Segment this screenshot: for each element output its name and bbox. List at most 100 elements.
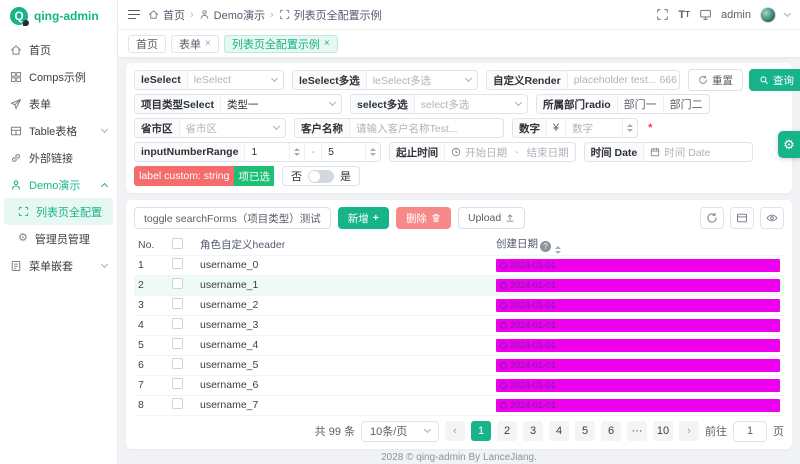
settings-gear-button[interactable]: ⚙ <box>778 131 800 158</box>
prev-page-button[interactable]: ‹ <box>445 421 465 441</box>
custom-render-field: 自定义Render placeholder test... 666 <box>486 70 680 90</box>
date-cell-bar: 2024-01-01 <box>496 299 780 312</box>
page-button[interactable]: 2 <box>497 421 517 441</box>
page-button[interactable]: 10 <box>653 421 673 441</box>
add-button[interactable]: 新增+ <box>338 207 389 229</box>
leselect-multi-select[interactable]: leSelect多选 <box>367 71 477 89</box>
table-row[interactable]: 8username_72024-01-01 <box>134 395 784 415</box>
font-size-icon[interactable]: TT <box>678 9 690 21</box>
toggle-search-forms-button[interactable]: toggle searchForms（项目类型）测试 <box>134 207 331 229</box>
custom-render-input[interactable]: placeholder test... 666 <box>568 71 680 89</box>
clock-icon <box>500 282 507 289</box>
table-row[interactable]: 7username_62024-01-01 <box>134 375 784 395</box>
table-row[interactable]: 5username_42024-01-01 <box>134 335 784 355</box>
chevron-down-icon <box>329 99 336 106</box>
row-checkbox[interactable] <box>172 278 183 289</box>
sidebar: Q qing-admin 首页 Comps示例 表单 Table表格 <box>0 0 118 464</box>
row-checkbox[interactable] <box>172 378 183 389</box>
page-size-select[interactable]: 10条/页 <box>361 421 439 442</box>
sidebar-menu: 首页 Comps示例 表单 Table表格 外部链接 Demo演示 <box>0 32 117 279</box>
project-type-select[interactable]: 类型一 <box>221 95 341 113</box>
clock-icon <box>500 362 507 369</box>
table-row[interactable]: 1username_02024-01-01 <box>134 255 784 275</box>
close-icon[interactable]: × <box>324 39 330 49</box>
date-field: 时间 Date 时间 Date <box>584 142 754 162</box>
page-button[interactable]: 5 <box>575 421 595 441</box>
app-logo[interactable]: Q qing-admin <box>0 0 117 32</box>
close-icon[interactable]: × <box>205 39 211 49</box>
layout-size-icon[interactable] <box>730 207 754 229</box>
number-input[interactable]: 数字 <box>566 119 622 137</box>
row-checkbox[interactable] <box>172 298 183 309</box>
screen-lock-icon[interactable] <box>699 8 712 21</box>
breadcrumb-home[interactable]: 首页 <box>148 7 185 23</box>
dept-radio-option-1[interactable]: 部门一 <box>618 95 664 113</box>
row-checkbox[interactable] <box>172 318 183 329</box>
delete-button[interactable]: 删除 <box>396 207 451 229</box>
region-select[interactable]: 省市区 <box>180 119 286 137</box>
row-checkbox[interactable] <box>172 338 183 349</box>
date-range-picker[interactable]: 开始日期 - 结束日期 <box>445 143 575 161</box>
question-circle-icon[interactable]: ? <box>540 241 551 252</box>
number-stepper[interactable] <box>622 119 637 137</box>
sidebar-item-form[interactable]: 表单 <box>0 90 117 117</box>
number-range-from-stepper[interactable] <box>289 143 304 161</box>
upload-button[interactable]: Upload <box>458 207 525 229</box>
reset-button[interactable]: 重置 <box>688 69 743 91</box>
collapse-menu-icon[interactable] <box>128 10 140 20</box>
next-page-button[interactable]: › <box>679 421 699 441</box>
number-range-to-input[interactable]: 5 <box>321 143 365 161</box>
page-button[interactable]: 1 <box>471 421 491 441</box>
select-all-checkbox[interactable] <box>172 238 183 249</box>
dept-radio-option-2[interactable]: 部门二 <box>664 95 709 113</box>
chevron-down-icon[interactable] <box>784 9 791 16</box>
table-row[interactable]: 4username_32024-01-01 <box>134 315 784 335</box>
sidebar-item-table[interactable]: Table表格 <box>0 117 117 144</box>
select-multi-select[interactable]: select多选 <box>415 95 527 113</box>
sidebar-item-admin-manage[interactable]: ⚙ 管理员管理 <box>0 225 117 252</box>
search-row-4: inputNumberRange 1 - 5 起止时间 开始日期 - <box>134 142 784 162</box>
sidebar-item-home[interactable]: 首页 <box>0 36 117 63</box>
date-input[interactable]: 时间 Date <box>644 143 752 161</box>
sidebar-item-demo[interactable]: Demo演示 <box>0 171 117 198</box>
tab-home[interactable]: 首页 <box>128 35 166 53</box>
page-button[interactable]: 6 <box>601 421 621 441</box>
search-row-5: label custom: string 项已选 否 是 <box>134 166 784 186</box>
footer-copyright: 2028 © qing-admin By LanceJiang. <box>126 449 792 464</box>
fullscreen-icon[interactable] <box>656 8 669 21</box>
row-checkbox[interactable] <box>172 258 183 269</box>
customer-name-input[interactable]: 请输入客户名称Test... <box>350 119 503 137</box>
sidebar-item-comps[interactable]: Comps示例 <box>0 63 117 90</box>
table-row[interactable]: 3username_22024-01-01 <box>134 295 784 315</box>
clock-icon <box>500 342 507 349</box>
column-visibility-eye-icon[interactable] <box>760 207 784 229</box>
sidebar-item-list-page-demo[interactable]: 列表页全配置示例 <box>4 198 113 225</box>
tab-list-page-demo[interactable]: 列表页全配置示例× <box>224 35 338 53</box>
clock-icon <box>500 302 507 309</box>
table-row[interactable]: 6username_52024-01-01 <box>134 355 784 375</box>
row-checkbox[interactable] <box>172 358 183 369</box>
refresh-icon[interactable] <box>700 207 724 229</box>
sort-icon[interactable] <box>555 246 561 254</box>
sidebar-item-nested-menu[interactable]: 菜单嵌套 <box>0 252 117 279</box>
row-checkbox[interactable] <box>172 398 183 409</box>
more-pages-button[interactable]: ··· <box>627 421 647 441</box>
leselect-select[interactable]: leSelect <box>188 71 283 89</box>
page-button[interactable]: 4 <box>549 421 569 441</box>
page-button[interactable]: 3 <box>523 421 543 441</box>
number-range-from-input[interactable]: 1 <box>245 143 289 161</box>
table-row[interactable]: 2username_12024-01-01 <box>134 275 784 295</box>
breadcrumb-demo[interactable]: Demo演示 <box>199 7 265 23</box>
chevron-down-icon <box>101 260 108 267</box>
number-range-to-stepper[interactable] <box>365 143 380 161</box>
toggle-switch[interactable] <box>308 170 334 183</box>
query-button[interactable]: 查询 <box>749 69 800 91</box>
sidebar-item-external-link[interactable]: 外部链接 <box>0 144 117 171</box>
person-icon <box>10 179 22 191</box>
jump-page-input[interactable]: 1 <box>733 421 767 442</box>
topbar-actions: TT admin <box>656 7 790 23</box>
breadcrumb-separator: › <box>270 9 274 21</box>
region-field: 省市区 省市区 <box>134 118 286 138</box>
tab-form[interactable]: 表单× <box>171 35 219 53</box>
avatar[interactable] <box>760 7 776 23</box>
